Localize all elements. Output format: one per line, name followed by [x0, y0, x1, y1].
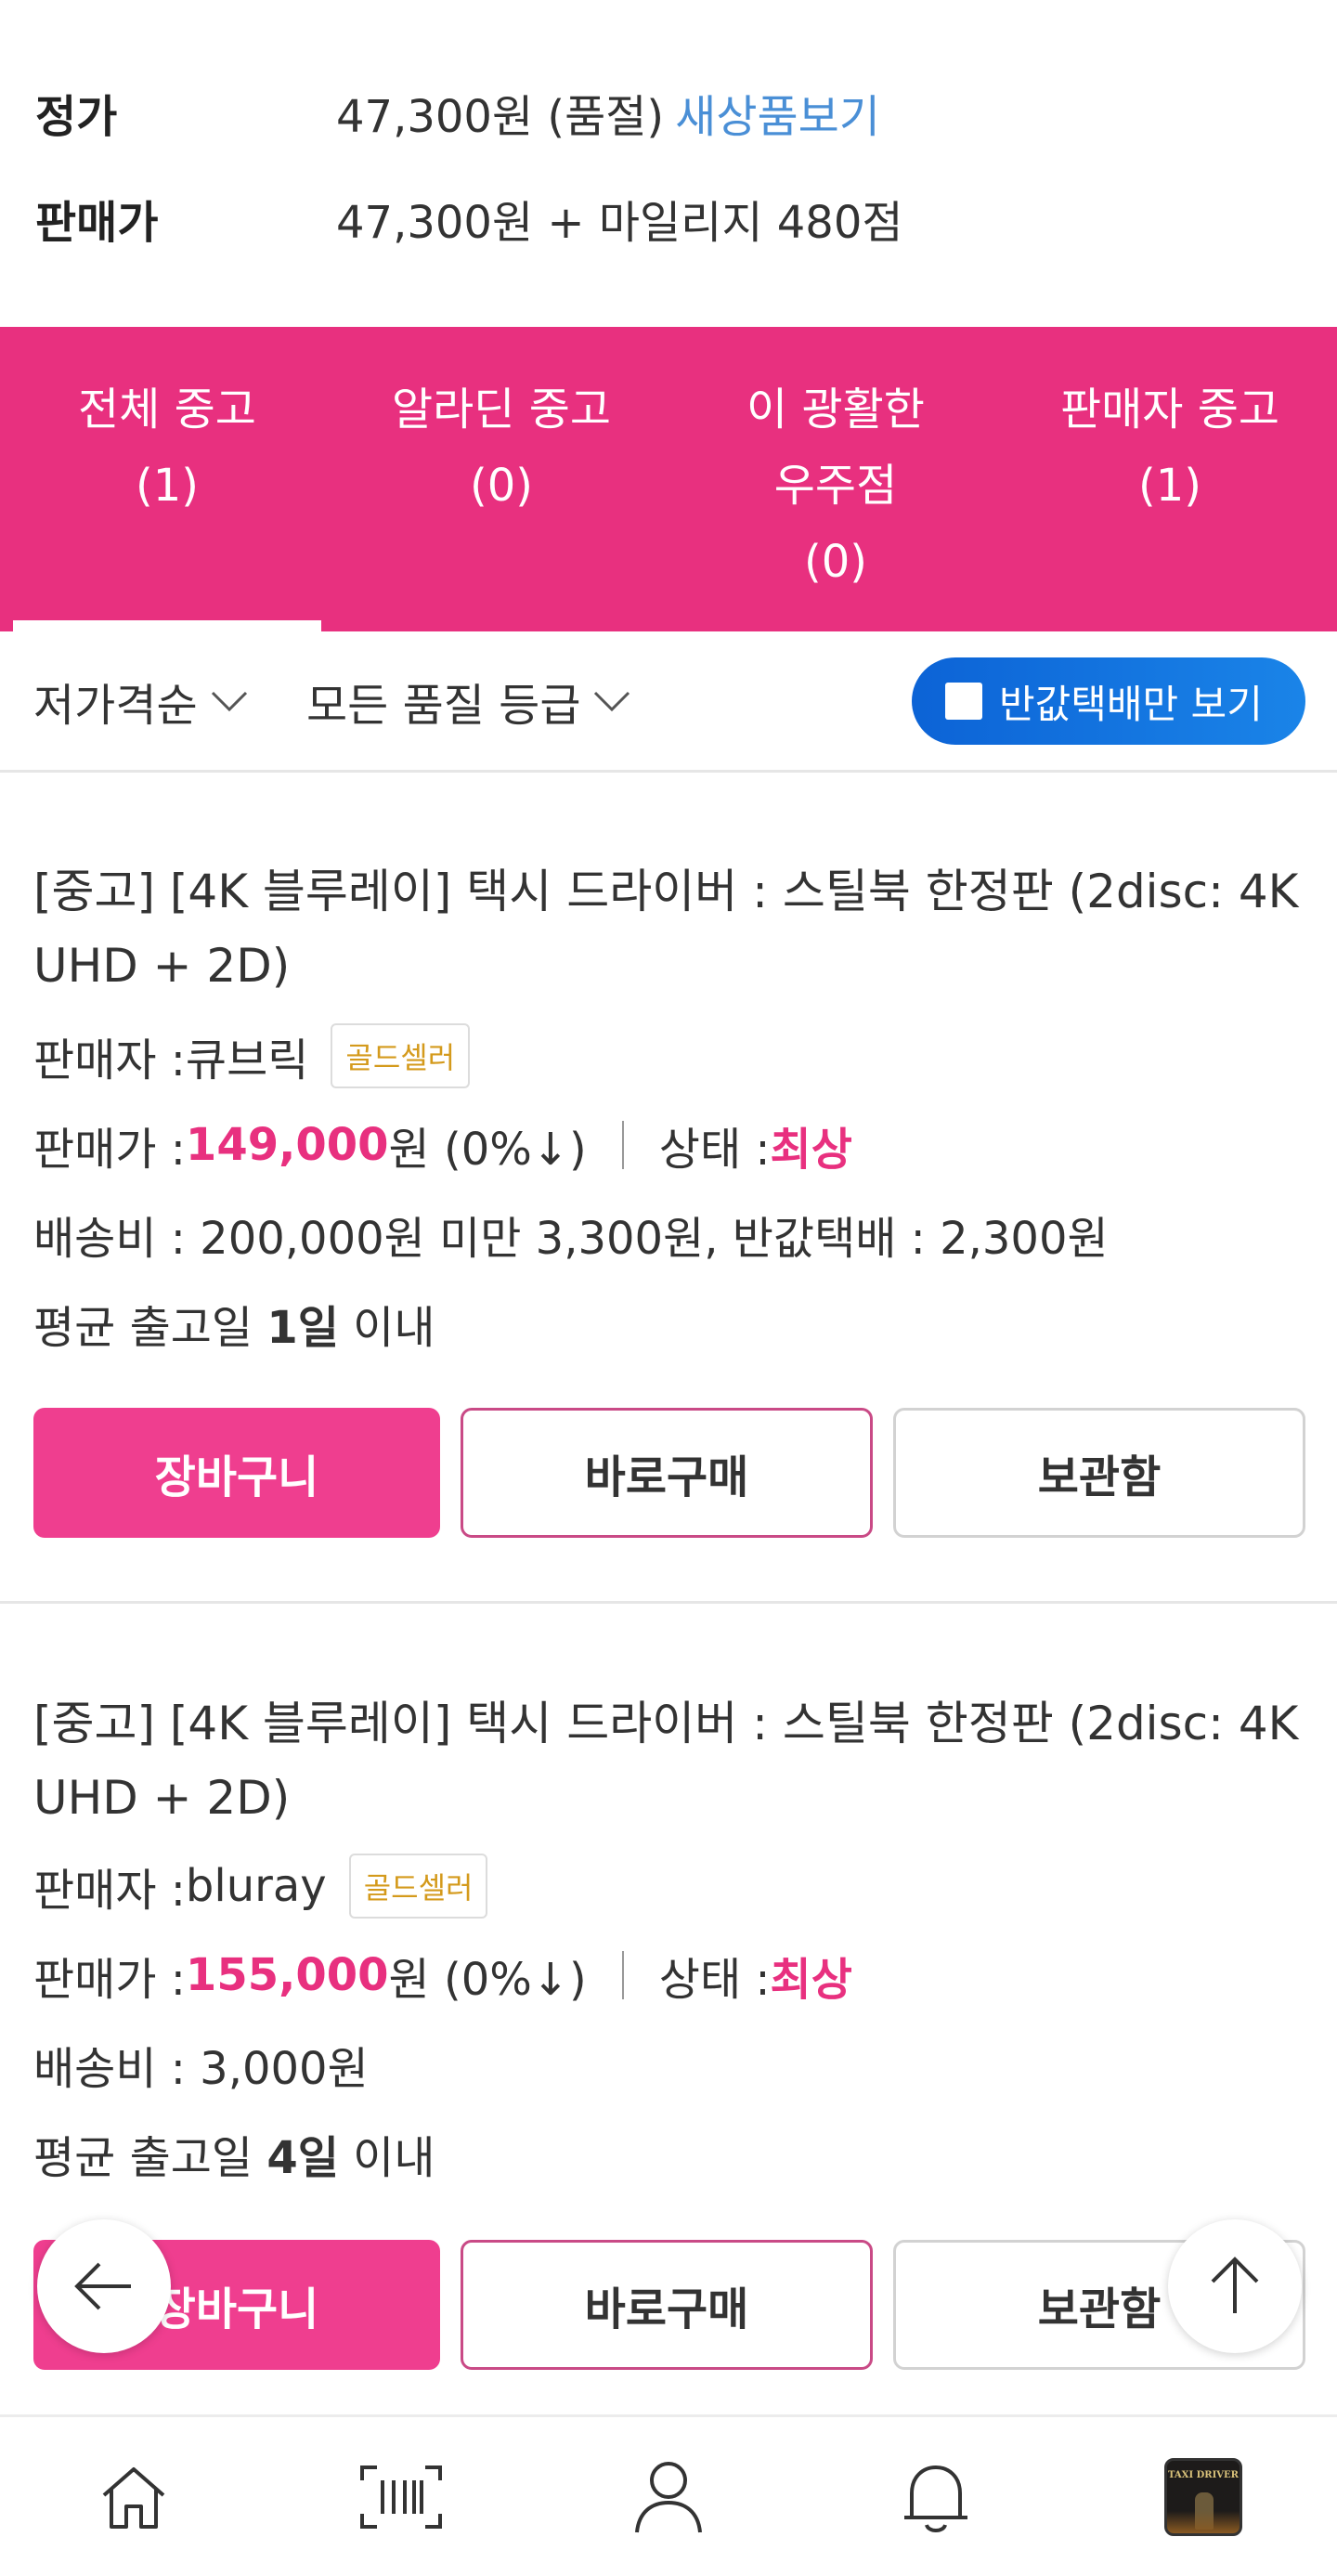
list-price-row: 정가 47,300원 (품절) 새상품보기	[35, 80, 880, 145]
nav-barcode[interactable]	[267, 2416, 535, 2576]
condition-label: 상태 :	[658, 1124, 771, 1176]
list-price-label: 정가	[35, 91, 118, 143]
price-suffix: 원 (0%↓)	[388, 1954, 587, 2006]
barcode-icon	[360, 2465, 442, 2529]
dispatch-prefix: 평균 출고일	[33, 2132, 253, 2184]
half-delivery-toggle[interactable]: 반값택배만 보기	[912, 657, 1305, 745]
price-section: 정가 47,300원 (품절) 새상품보기 판매가 47,300원 + 마일리지…	[0, 0, 1337, 327]
tab-aladin-used[interactable]: 알라딘 중고 (0)	[334, 327, 668, 631]
quality-dropdown[interactable]: 모든 품질 등급	[306, 669, 632, 734]
sale-price-value: 47,300원 + 마일리지 480점	[336, 197, 903, 249]
used-tabs: 전체 중고 (1) 알라딘 중고 (0) 이 광활한 우주점 (0) 판매자 중…	[0, 327, 1337, 631]
nav-my-page[interactable]	[535, 2416, 802, 2576]
filter-bar: 저가격순 모든 품질 등급 반값택배만 보기	[0, 631, 1337, 773]
scroll-top-icon	[1211, 2257, 1259, 2313]
dispatch-suffix: 이내	[353, 1302, 435, 1354]
condition-label: 상태 :	[658, 1954, 771, 2006]
sort-label: 저가격순	[33, 680, 198, 732]
seller-label: 판매자 :	[33, 1865, 186, 1917]
tab-seller-used[interactable]: 판매자 중고 (1)	[1003, 327, 1337, 631]
item-price: 149,000	[185, 1119, 389, 1171]
price-line: 판매가 : 149,000 원 (0%↓) 상태 : 최상	[33, 1112, 852, 1177]
dispatch-prefix: 평균 출고일	[33, 1302, 253, 1354]
tab-label: 전체 중고	[78, 384, 256, 436]
item-title[interactable]: [중고] [4K 블루레이] 택시 드라이버 : 스틸북 한정판 (2disc:…	[33, 1686, 1315, 1835]
dispatch-line: 평균 출고일 1일 이내	[33, 1291, 435, 1356]
shipping-text: 배송비 : 3,000원	[33, 2043, 369, 2095]
back-arrow-icon	[74, 2262, 131, 2310]
tab-label: 이 광활한 우주점	[746, 384, 925, 512]
tab-count: (0)	[804, 536, 867, 588]
user-icon	[635, 2461, 702, 2532]
new-item-link[interactable]: 새상품보기	[675, 80, 880, 145]
bottom-nav: TAXI DRIVER	[0, 2414, 1337, 2576]
sort-dropdown[interactable]: 저가격순	[33, 669, 250, 734]
scroll-top-button[interactable]	[1168, 2219, 1302, 2353]
buy-now-button[interactable]: 바로구매	[461, 2240, 873, 2370]
tab-store-used[interactable]: 이 광활한 우주점 (0)	[668, 327, 1003, 631]
divider	[621, 1121, 624, 1169]
nav-recent-item[interactable]: TAXI DRIVER	[1070, 2416, 1337, 2576]
seller-name[interactable]: bluray	[186, 1860, 327, 1912]
item-actions: 장바구니 바로구매 보관함	[0, 2240, 1337, 2370]
shipping-line: 배송비 : 200,000원 미만 3,300원, 반값택배 : 2,300원	[33, 1202, 1109, 1267]
tab-label: 판매자 중고	[1059, 384, 1280, 436]
seller-label: 판매자 :	[33, 1034, 186, 1086]
item-price: 155,000	[185, 1949, 389, 2001]
dispatch-suffix: 이내	[353, 2132, 435, 2184]
sale-price-row: 판매가 47,300원 + 마일리지 480점	[35, 186, 903, 251]
bell-icon	[904, 2465, 967, 2532]
item-title[interactable]: [중고] [4K 블루레이] 택시 드라이버 : 스틸북 한정판 (2disc:…	[33, 854, 1315, 1003]
thumbnail-title: TAXI DRIVER	[1168, 2469, 1239, 2480]
chevron-down-icon	[211, 691, 247, 712]
price-label: 판매가 :	[33, 1124, 186, 1176]
tab-label: 알라딘 중고	[391, 384, 612, 436]
gold-seller-badge: 골드셀러	[331, 1023, 471, 1088]
seller-line: 판매자 : 큐브릭 골드셀러	[33, 1023, 471, 1088]
cart-button[interactable]: 장바구니	[33, 1408, 440, 1538]
price-suffix: 원 (0%↓)	[388, 1124, 587, 1176]
shipping-line: 배송비 : 3,000원	[33, 2032, 369, 2097]
item-actions: 장바구니 바로구매 보관함	[0, 1408, 1337, 1538]
quality-label: 모든 품질 등급	[306, 680, 581, 732]
home-icon	[102, 2466, 165, 2529]
price-label: 판매가 :	[33, 1954, 186, 2006]
seller-name[interactable]: 큐브릭	[186, 1023, 308, 1088]
condition-value: 최상	[770, 1124, 852, 1176]
back-button[interactable]	[37, 2219, 171, 2353]
checkbox-icon	[945, 683, 982, 720]
storage-button[interactable]: 보관함	[893, 1408, 1305, 1538]
price-line: 판매가 : 155,000 원 (0%↓) 상태 : 최상	[33, 1943, 852, 2008]
tab-count: (1)	[136, 460, 199, 512]
seller-line: 판매자 : bluray 골드셀러	[33, 1854, 488, 1919]
gold-seller-badge: 골드셀러	[348, 1854, 488, 1919]
sale-price-label: 판매가	[35, 197, 159, 249]
dispatch-days: 1일	[266, 1302, 339, 1354]
list-price-value: 47,300원 (품절)	[336, 91, 665, 143]
dispatch-line: 평균 출고일 4일 이내	[33, 2121, 435, 2186]
buy-now-button[interactable]: 바로구매	[461, 1408, 873, 1538]
half-delivery-label: 반값택배만 보기	[999, 681, 1263, 727]
recent-product-thumbnail: TAXI DRIVER	[1164, 2457, 1242, 2536]
tab-count: (0)	[470, 460, 533, 512]
dispatch-days: 4일	[266, 2132, 339, 2184]
chevron-down-icon	[594, 691, 630, 712]
tab-count: (1)	[1138, 460, 1201, 512]
tab-all-used[interactable]: 전체 중고 (1)	[0, 327, 334, 631]
condition-value: 최상	[770, 1954, 852, 2006]
shipping-text: 배송비 : 200,000원 미만 3,300원, 반값택배 : 2,300원	[33, 1213, 1109, 1265]
item-divider	[0, 1601, 1337, 1604]
thumbnail-glow	[1167, 2510, 1240, 2533]
divider	[621, 1951, 624, 1999]
nav-notifications[interactable]	[802, 2416, 1070, 2576]
nav-home[interactable]	[0, 2416, 267, 2576]
